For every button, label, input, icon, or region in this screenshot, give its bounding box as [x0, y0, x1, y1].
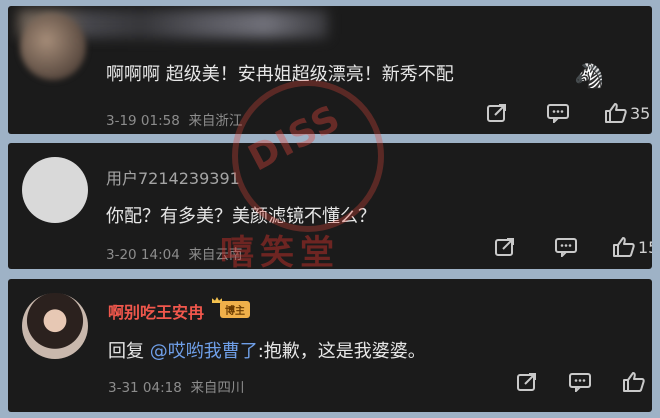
- mention-link[interactable]: @哎哟我曹了: [150, 341, 258, 362]
- comment-text: 回复 @哎哟我曹了:抱歉，这是我婆婆。: [108, 337, 426, 363]
- share-icon[interactable]: [486, 103, 508, 123]
- comment-icon[interactable]: [546, 103, 570, 123]
- avatar-blurred[interactable]: [20, 14, 86, 80]
- like-count: 15: [638, 237, 652, 257]
- comment-actions: [516, 371, 648, 393]
- comment-time: 3-31 04:18: [108, 380, 182, 396]
- avatar-default[interactable]: [22, 157, 88, 223]
- comment-actions: 15: [494, 236, 652, 258]
- comment-icon[interactable]: [554, 237, 578, 257]
- thumbs-up-icon: [623, 372, 645, 392]
- like-button[interactable]: 35: [604, 102, 650, 124]
- comment-card-3: 啊别吃王安冉 博主 回复 @哎哟我曹了:抱歉，这是我婆婆。 3-31 04:18…: [8, 279, 652, 412]
- thumbs-up-icon: [613, 237, 635, 257]
- comment-time: 3-19 01:58: [106, 113, 180, 129]
- comment-text: 啊啊啊 超级美！安冉姐超级漂亮！新秀不配: [106, 64, 454, 85]
- share-icon[interactable]: [516, 372, 538, 392]
- avatar-photo[interactable]: [22, 293, 88, 359]
- like-count: 35: [630, 103, 651, 123]
- author-username[interactable]: 啊别吃王安冉: [108, 299, 204, 323]
- reply-text: :抱歉，这是我婆婆。: [257, 341, 426, 362]
- comment-location: 来自四川: [190, 380, 245, 396]
- comment-meta: 3-31 04:18 来自四川: [108, 376, 244, 396]
- comment-location: 来自浙江: [188, 113, 243, 129]
- like-button[interactable]: 15: [612, 236, 652, 258]
- comment-actions: 35: [486, 102, 650, 124]
- comment-meta: 3-19 01:58 来自浙江: [106, 109, 242, 129]
- share-icon[interactable]: [494, 237, 516, 257]
- reply-label: 回复: [108, 341, 144, 362]
- comment-icon[interactable]: [568, 372, 592, 392]
- author-badge: 博主: [220, 301, 250, 318]
- sticker-icon: 🦓: [574, 62, 604, 90]
- thumbs-up-icon: [605, 103, 627, 123]
- comment-time: 3-20 14:04: [106, 247, 180, 263]
- like-button[interactable]: [622, 371, 648, 393]
- watermark-label: 嘻笑堂: [220, 233, 340, 273]
- username[interactable]: 用户7214239391: [106, 165, 240, 189]
